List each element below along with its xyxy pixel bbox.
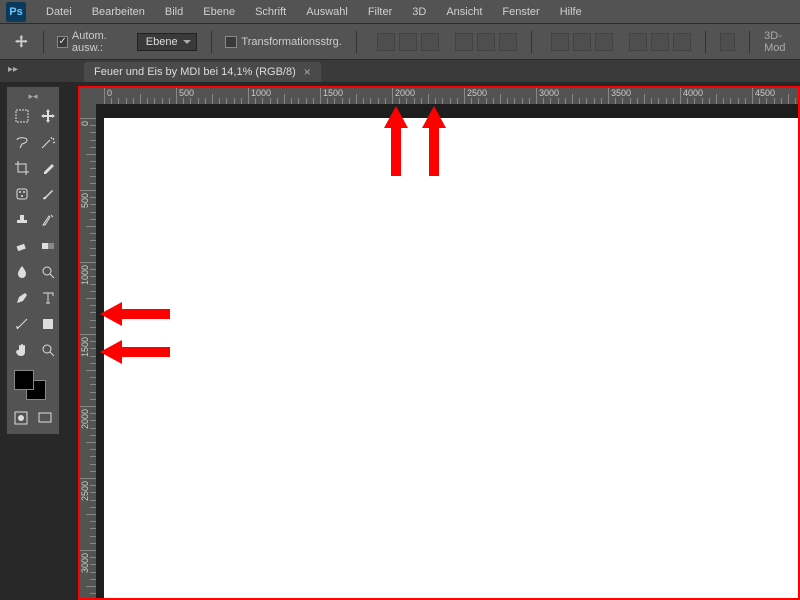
path-tool[interactable] xyxy=(10,312,34,336)
move-tool[interactable] xyxy=(36,104,60,128)
wand-tool[interactable] xyxy=(36,130,60,154)
align-bottom-icon[interactable] xyxy=(421,33,439,51)
blur-tool[interactable] xyxy=(10,260,34,284)
align-right-icon[interactable] xyxy=(499,33,517,51)
mode-label[interactable]: 3D-Mod xyxy=(764,30,796,54)
menu-bar: Ps DateiBearbeitenBildEbeneSchriftAuswah… xyxy=(0,0,800,24)
stamp-tool[interactable] xyxy=(10,208,34,232)
menu-bild[interactable]: Bild xyxy=(155,6,193,18)
marquee-tool[interactable] xyxy=(10,104,34,128)
ruler-h-label: 500 xyxy=(179,88,194,98)
ruler-h-label: 4500 xyxy=(755,88,775,98)
dist-hcenter-icon[interactable] xyxy=(651,33,669,51)
ruler-h-label: 2500 xyxy=(467,88,487,98)
auto-select-checkbox[interactable]: Autom. ausw.: xyxy=(57,30,126,54)
ruler-v-label: 3000 xyxy=(80,553,90,573)
gradient-tool[interactable] xyxy=(36,234,60,258)
align-hcenter-icon[interactable] xyxy=(477,33,495,51)
lasso-tool[interactable] xyxy=(10,130,34,154)
document-tab[interactable]: Feuer und Eis by MDI bei 14,1% (RGB/8) × xyxy=(84,62,321,82)
canvas[interactable] xyxy=(104,118,800,600)
ruler-v-label: 2500 xyxy=(80,481,90,501)
ruler-h-label: 1500 xyxy=(323,88,343,98)
dodge-tool[interactable] xyxy=(36,260,60,284)
ruler-h-label: 4000 xyxy=(683,88,703,98)
eraser-tool[interactable] xyxy=(10,234,34,258)
ruler-h-label: 0 xyxy=(107,88,112,98)
auto-align-icon[interactable] xyxy=(720,33,735,51)
ruler-v-label: 2000 xyxy=(80,409,90,429)
document-tab-bar: Feuer und Eis by MDI bei 14,1% (RGB/8) × xyxy=(0,60,800,82)
menu-3d[interactable]: 3D xyxy=(402,6,436,18)
ruler-h-label: 3000 xyxy=(539,88,559,98)
menu-schrift[interactable]: Schrift xyxy=(245,6,296,18)
dist-bottom-icon[interactable] xyxy=(595,33,613,51)
expand-panels-icon[interactable]: ▸▸ xyxy=(8,64,22,78)
hand-tool[interactable] xyxy=(10,338,34,362)
canvas-viewport[interactable] xyxy=(96,104,800,600)
ruler-origin[interactable] xyxy=(78,86,96,104)
menu-filter[interactable]: Filter xyxy=(358,6,402,18)
brush-tool[interactable] xyxy=(36,182,60,206)
tools-panel: ▸◂ xyxy=(6,86,60,435)
workspace: ▸◂ 0 500 1000 1500 2000 2500 3000 3500 4000 4500 … xyxy=(0,82,800,600)
eyedrop-tool[interactable] xyxy=(36,156,60,180)
ruler-v-label: 500 xyxy=(80,193,90,208)
check-icon xyxy=(57,36,67,48)
pen-tool[interactable] xyxy=(10,286,34,310)
quickmask-icon[interactable] xyxy=(10,406,32,430)
panel-grip-icon[interactable]: ▸◂ xyxy=(10,91,56,102)
align-top-icon[interactable] xyxy=(377,33,395,51)
ruler-h-label: 2000 xyxy=(395,88,415,98)
ruler-v-label: 1500 xyxy=(80,337,90,357)
ruler-h-label: 3500 xyxy=(611,88,631,98)
menu-auswahl[interactable]: Auswahl xyxy=(296,6,358,18)
options-bar: Autom. ausw.: Ebene Transformationsstrg.… xyxy=(0,24,800,60)
align-group-2 xyxy=(455,33,517,51)
horizontal-ruler[interactable]: 0 500 1000 1500 2000 2500 3000 3500 4000 4500 xyxy=(96,86,800,104)
shape-tool[interactable] xyxy=(36,312,60,336)
align-left-icon[interactable] xyxy=(455,33,473,51)
align-group-1 xyxy=(377,33,439,51)
menu-ansicht[interactable]: Ansicht xyxy=(436,6,492,18)
foreground-swatch[interactable] xyxy=(14,370,34,390)
ruler-h-label: 1000 xyxy=(251,88,271,98)
menu-bearbeiten[interactable]: Bearbeiten xyxy=(82,6,155,18)
history-tool[interactable] xyxy=(36,208,60,232)
ruler-v-label: 0 xyxy=(80,121,90,126)
document-tab-title: Feuer und Eis by MDI bei 14,1% (RGB/8) xyxy=(94,66,296,78)
auto-select-target-dropdown[interactable]: Ebene xyxy=(137,33,197,51)
crop-tool[interactable] xyxy=(10,156,34,180)
dist-left-icon[interactable] xyxy=(629,33,647,51)
transform-controls-label: Transformationsstrg. xyxy=(241,36,341,48)
distribute-group-2 xyxy=(629,33,691,51)
app-logo: Ps xyxy=(6,2,26,22)
move-tool-indicator-icon xyxy=(14,33,29,51)
menu-fenster[interactable]: Fenster xyxy=(492,6,549,18)
ruler-v-label: 1000 xyxy=(80,265,90,285)
heal-tool[interactable] xyxy=(10,182,34,206)
close-icon[interactable]: × xyxy=(304,65,311,79)
zoom-tool[interactable] xyxy=(36,338,60,362)
vertical-ruler[interactable]: 0 500 1000 1500 2000 2500 3000 xyxy=(78,104,96,600)
document-area: 0 500 1000 1500 2000 2500 3000 3500 4000 4500 0 50… xyxy=(78,86,800,600)
transform-controls-checkbox[interactable]: Transformationsstrg. xyxy=(225,36,341,48)
dist-right-icon[interactable] xyxy=(673,33,691,51)
dist-vcenter-icon[interactable] xyxy=(573,33,591,51)
menu-ebene[interactable]: Ebene xyxy=(193,6,245,18)
screenmode-icon[interactable] xyxy=(34,406,56,430)
menu-hilfe[interactable]: Hilfe xyxy=(550,6,592,18)
distribute-group-1 xyxy=(551,33,613,51)
checkbox-icon xyxy=(225,36,237,48)
type-tool[interactable] xyxy=(36,286,60,310)
dist-top-icon[interactable] xyxy=(551,33,569,51)
menu-datei[interactable]: Datei xyxy=(36,6,82,18)
color-swatches[interactable] xyxy=(10,368,56,402)
align-vcenter-icon[interactable] xyxy=(399,33,417,51)
auto-select-label: Autom. ausw.: xyxy=(72,30,127,54)
